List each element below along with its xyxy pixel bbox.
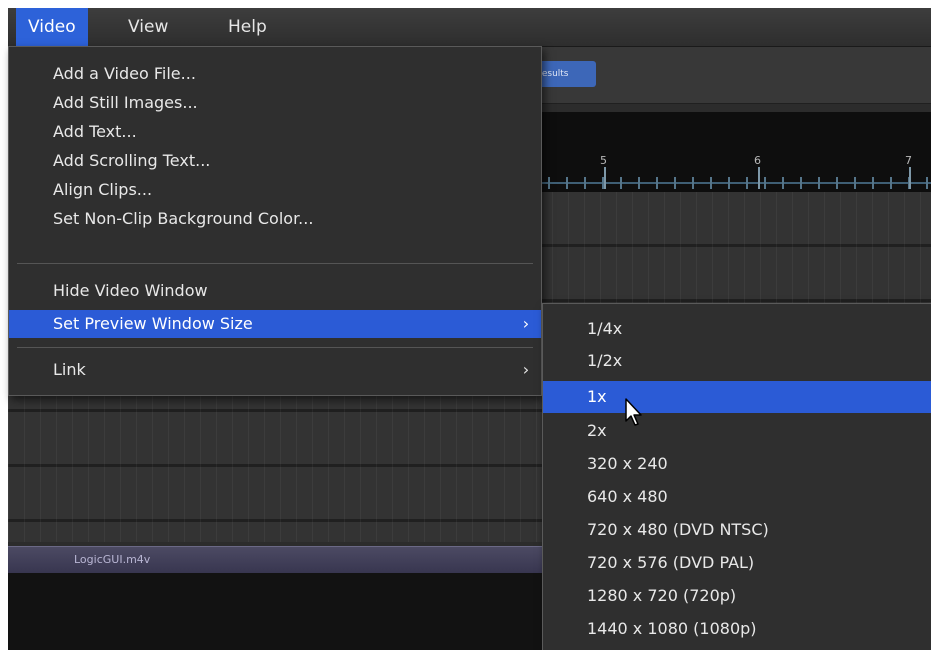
- menu-item-label: Set Non-Clip Background Color...: [53, 209, 314, 228]
- menu-item-hide-video-window[interactable]: Hide Video Window: [9, 277, 541, 305]
- chevron-right-icon: ›: [522, 314, 530, 333]
- ruler-label: 5: [600, 154, 607, 167]
- ruler-label: 7: [905, 154, 912, 167]
- menu-item-label: Link: [53, 360, 86, 379]
- ruler-tick: [566, 177, 568, 189]
- video-menu-dropdown: Add a Video File... Add Still Images... …: [8, 46, 542, 396]
- ruler-tick: [890, 177, 892, 189]
- ruler-tick: [764, 177, 766, 189]
- menu-video[interactable]: Video: [16, 8, 88, 46]
- ruler-tick: [836, 177, 838, 189]
- menu-item-add-scrolling-text[interactable]: Add Scrolling Text...: [9, 147, 541, 175]
- ruler-tick: [548, 177, 550, 189]
- ruler-tick: [728, 177, 730, 189]
- menu-item-label: Hide Video Window: [53, 281, 208, 300]
- menu-separator: [17, 263, 533, 264]
- ruler-tick: [854, 177, 856, 189]
- menu-item-label: Add a Video File...: [53, 64, 196, 83]
- submenu-item-720x480[interactable]: 720 x 480 (DVD NTSC): [543, 514, 931, 546]
- ruler-tick: [872, 177, 874, 189]
- menu-separator: [17, 347, 533, 348]
- video-clip-header[interactable]: LogicGUI.m4v: [8, 546, 568, 573]
- menu-help[interactable]: Help: [216, 8, 279, 46]
- ruler-tick: [782, 177, 784, 189]
- menu-item-label: Set Preview Window Size: [53, 314, 253, 333]
- menu-item-label: Add Scrolling Text...: [53, 151, 211, 170]
- menu-item-label: Add Still Images...: [53, 93, 198, 112]
- submenu-item-half-size[interactable]: 1/2x: [543, 345, 931, 377]
- ruler-tick: [926, 177, 928, 189]
- ruler-major-tick: [909, 167, 911, 189]
- menu-item-add-video-file[interactable]: Add a Video File...: [9, 60, 541, 88]
- ruler-tick: [710, 177, 712, 189]
- clip-filename: LogicGUI.m4v: [74, 553, 151, 566]
- ruler-label: 6: [754, 154, 761, 167]
- menu-item-set-preview-window-size[interactable]: Set Preview Window Size ›: [9, 310, 541, 338]
- ruler-tick: [674, 177, 676, 189]
- menu-view[interactable]: View: [116, 8, 180, 46]
- ruler-major-tick: [604, 167, 606, 189]
- mouse-cursor-icon: [625, 398, 642, 426]
- ruler-major-tick: [758, 167, 760, 189]
- ruler-tick: [746, 177, 748, 189]
- ruler-tick: [584, 177, 586, 189]
- menu-item-label: Align Clips...: [53, 180, 153, 199]
- ruler-tick: [656, 177, 658, 189]
- menu-item-set-background-color[interactable]: Set Non-Clip Background Color...: [9, 205, 541, 233]
- submenu-item-1280x720[interactable]: 1280 x 720 (720p): [543, 580, 931, 612]
- submenu-item-720x576[interactable]: 720 x 576 (DVD PAL): [543, 547, 931, 579]
- ruler-tick: [800, 177, 802, 189]
- chevron-right-icon: ›: [522, 360, 530, 379]
- submenu-item-1x[interactable]: 1x: [543, 381, 931, 413]
- ruler-tick: [620, 177, 622, 189]
- submenu-item-640x480[interactable]: 640 x 480: [543, 481, 931, 513]
- ruler-tick: [638, 177, 640, 189]
- screen: Video View Help Results 5 6 7 LogicGUI.m…: [0, 0, 931, 650]
- menu-item-link[interactable]: Link ›: [9, 356, 541, 384]
- menu-item-align-clips[interactable]: Align Clips...: [9, 176, 541, 204]
- menu-item-add-still-images[interactable]: Add Still Images...: [9, 89, 541, 117]
- menu-item-label: Add Text...: [53, 122, 137, 141]
- ruler-tick: [818, 177, 820, 189]
- submenu-item-2x[interactable]: 2x: [543, 415, 931, 447]
- submenu-item-quarter-size[interactable]: 1/4x: [543, 313, 931, 345]
- ruler-tick: [692, 177, 694, 189]
- menu-bar: Video View Help: [8, 8, 931, 47]
- submenu-item-320x240[interactable]: 320 x 240: [543, 448, 931, 480]
- menu-item-add-text[interactable]: Add Text...: [9, 118, 541, 146]
- preview-size-submenu: 1/4x 1/2x 1x 2x 320 x 240 640 x 480 720 …: [542, 303, 931, 650]
- submenu-item-1440x1080[interactable]: 1440 x 1080 (1080p): [543, 613, 931, 645]
